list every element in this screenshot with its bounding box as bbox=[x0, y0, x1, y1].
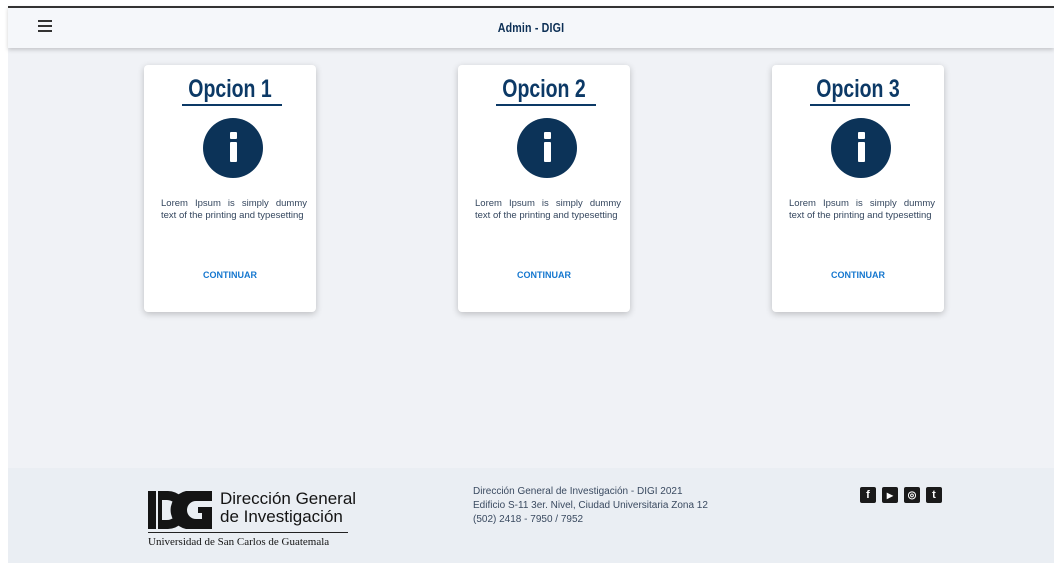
info-icon bbox=[517, 118, 577, 178]
top-app-bar: Admin - DIGI bbox=[8, 6, 1054, 48]
contact-line-address: Edificio S-11 3er. Nivel, Ciudad Univers… bbox=[473, 500, 708, 511]
youtube-icon[interactable]: ▶ bbox=[882, 487, 898, 503]
logo-title-line2: de Investigación bbox=[220, 507, 343, 526]
continue-button[interactable]: CONTINUAR bbox=[772, 270, 944, 280]
card-description: Lorem Ipsum is simply dummy text of the … bbox=[475, 198, 621, 221]
card-title: Opcion 1 bbox=[188, 75, 272, 103]
option-card-3: Opcion 3 Lorem Ipsum is simply dummy tex… bbox=[772, 65, 944, 312]
dg-logo-mark-icon bbox=[148, 491, 212, 529]
contact-line-org: Dirección General de Investigación - DIG… bbox=[473, 486, 683, 497]
instagram-icon[interactable]: ◎ bbox=[904, 487, 920, 503]
app-title: Admin - DIGI bbox=[497, 20, 565, 35]
info-icon bbox=[203, 118, 263, 178]
contact-info: Dirección General de Investigación - DIG… bbox=[473, 485, 708, 527]
logo-divider bbox=[148, 532, 348, 533]
facebook-icon[interactable]: f bbox=[860, 487, 876, 503]
logo-subtitle: Universidad de San Carlos de Guatemala bbox=[148, 536, 330, 548]
card-title: Opcion 3 bbox=[816, 75, 900, 103]
option-card-2: Opcion 2 Lorem Ipsum is simply dummy tex… bbox=[458, 65, 630, 312]
card-title: Opcion 2 bbox=[502, 75, 586, 103]
continue-button[interactable]: CONTINUAR bbox=[144, 270, 316, 280]
hamburger-menu-icon[interactable] bbox=[38, 20, 52, 34]
footer: Dirección General de Investigación Unive… bbox=[8, 468, 1054, 563]
logo-title-line1: Dirección General bbox=[220, 489, 357, 508]
social-links: f ▶ ◎ t bbox=[860, 487, 942, 503]
app-frame: Admin - DIGI Opcion 1 Lorem Ipsum is sim… bbox=[8, 6, 1054, 563]
title-underline bbox=[182, 104, 282, 106]
title-underline bbox=[496, 104, 596, 106]
option-card-1: Opcion 1 Lorem Ipsum is simply dummy tex… bbox=[144, 65, 316, 312]
continue-button[interactable]: CONTINUAR bbox=[458, 270, 630, 280]
card-description: Lorem Ipsum is simply dummy text of the … bbox=[789, 198, 935, 221]
card-description: Lorem Ipsum is simply dummy text of the … bbox=[161, 198, 307, 221]
contact-line-phone: (502) 2418 - 7950 / 7952 bbox=[473, 514, 584, 525]
title-underline bbox=[810, 104, 910, 106]
info-icon bbox=[831, 118, 891, 178]
digi-logo: Dirección General de Investigación Unive… bbox=[148, 487, 358, 551]
tumblr-icon[interactable]: t bbox=[926, 487, 942, 503]
